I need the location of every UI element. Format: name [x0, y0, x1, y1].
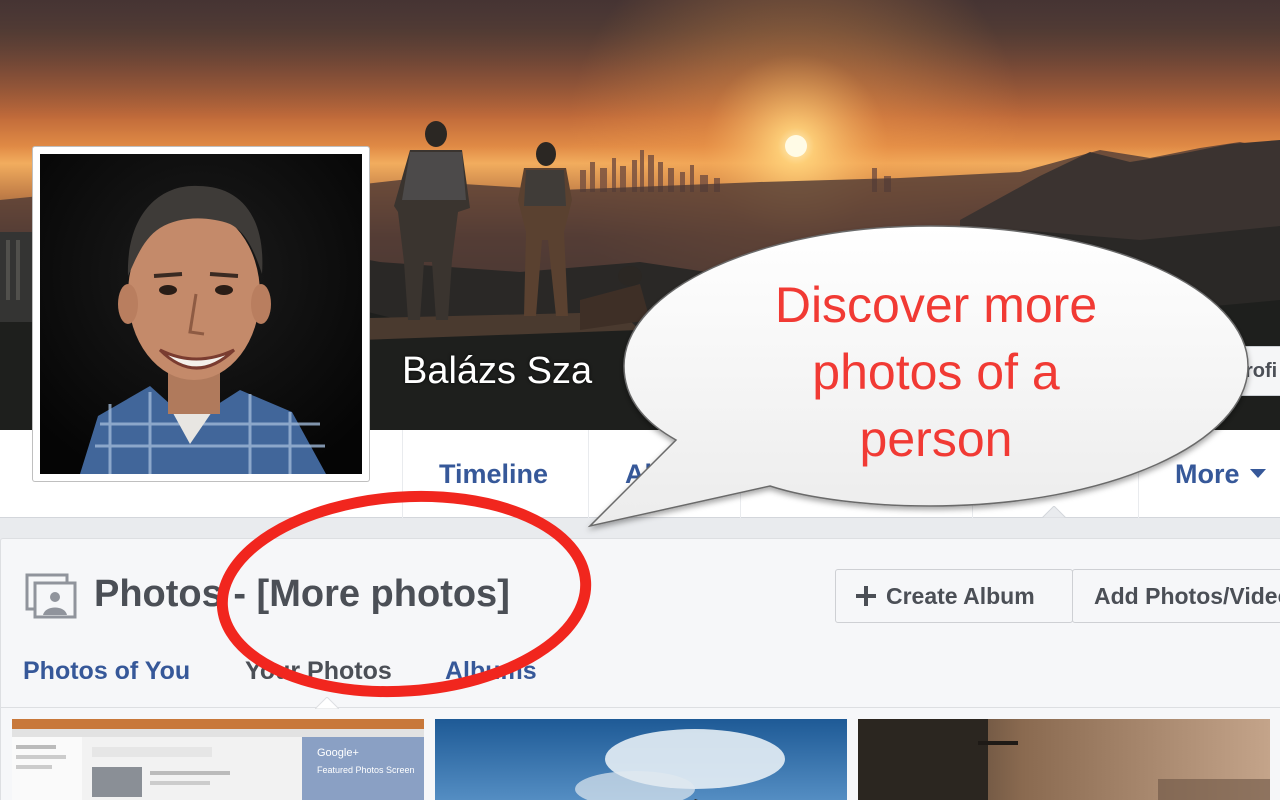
create-album-button[interactable]: Create Album: [835, 569, 1073, 623]
tabs-divider: [1, 707, 1280, 708]
caret-down-icon: [1249, 469, 1266, 478]
sun: [785, 135, 807, 157]
add-photos-video-label: Add Photos/Video: [1094, 582, 1280, 609]
bubble-line: person: [859, 411, 1013, 467]
add-photos-video-button[interactable]: Add Photos/Video: [1072, 569, 1280, 623]
photos-section: Photos - [More photos] Create Album Add …: [0, 538, 1280, 800]
thumbnail-caption-brand: Google+: [317, 747, 359, 759]
profile-picture[interactable]: [32, 146, 370, 482]
facebook-profile-page: Balázs Sza rofi Timeline About More Phot…: [0, 0, 1280, 800]
photo-thumbnail[interactable]: [435, 719, 847, 800]
profile-name[interactable]: Balázs Sza: [402, 350, 592, 393]
photos-icon: [25, 573, 77, 619]
photo-thumbnail[interactable]: Google+ Featured Photos Screen: [12, 719, 424, 800]
screenshot-thumbnail: [12, 719, 424, 800]
tab-more-label: More: [1175, 458, 1240, 489]
tab-about-label: About: [625, 458, 703, 489]
photos-title-label[interactable]: Photos: [94, 573, 223, 615]
active-tab-pointer-icon: [1042, 506, 1066, 518]
tab-photos-of-you[interactable]: Photos of You: [23, 657, 190, 686]
speech-bubble-text: Discover more photos of a person: [700, 272, 1172, 473]
ruins: [0, 232, 32, 322]
tab-timeline[interactable]: Timeline: [402, 430, 588, 518]
avatar: [40, 154, 362, 474]
plus-icon: [856, 586, 876, 606]
bubble-line: photos of a: [812, 344, 1060, 400]
update-profile-button[interactable]: rofi: [1238, 346, 1280, 396]
photo-thumbnail[interactable]: [858, 719, 1270, 800]
photos-title: Photos - [More photos]: [94, 573, 510, 616]
scene-photo-thumbnail: [858, 719, 1270, 800]
tab-albums[interactable]: Albums: [445, 657, 537, 686]
sky-photo-thumbnail: [435, 719, 847, 800]
avatar-portrait: [40, 154, 362, 474]
more-photos-link[interactable]: - [More photos]: [233, 573, 510, 615]
tab-timeline-label: Timeline: [439, 458, 549, 489]
thumbnail-caption-line: Featured Photos Screen: [317, 765, 415, 775]
bubble-line: Discover more: [774, 277, 1098, 333]
active-tab-pointer-icon: [315, 697, 339, 709]
tab-your-photos[interactable]: Your Photos: [245, 657, 392, 686]
create-album-label: Create Album: [886, 582, 1035, 609]
